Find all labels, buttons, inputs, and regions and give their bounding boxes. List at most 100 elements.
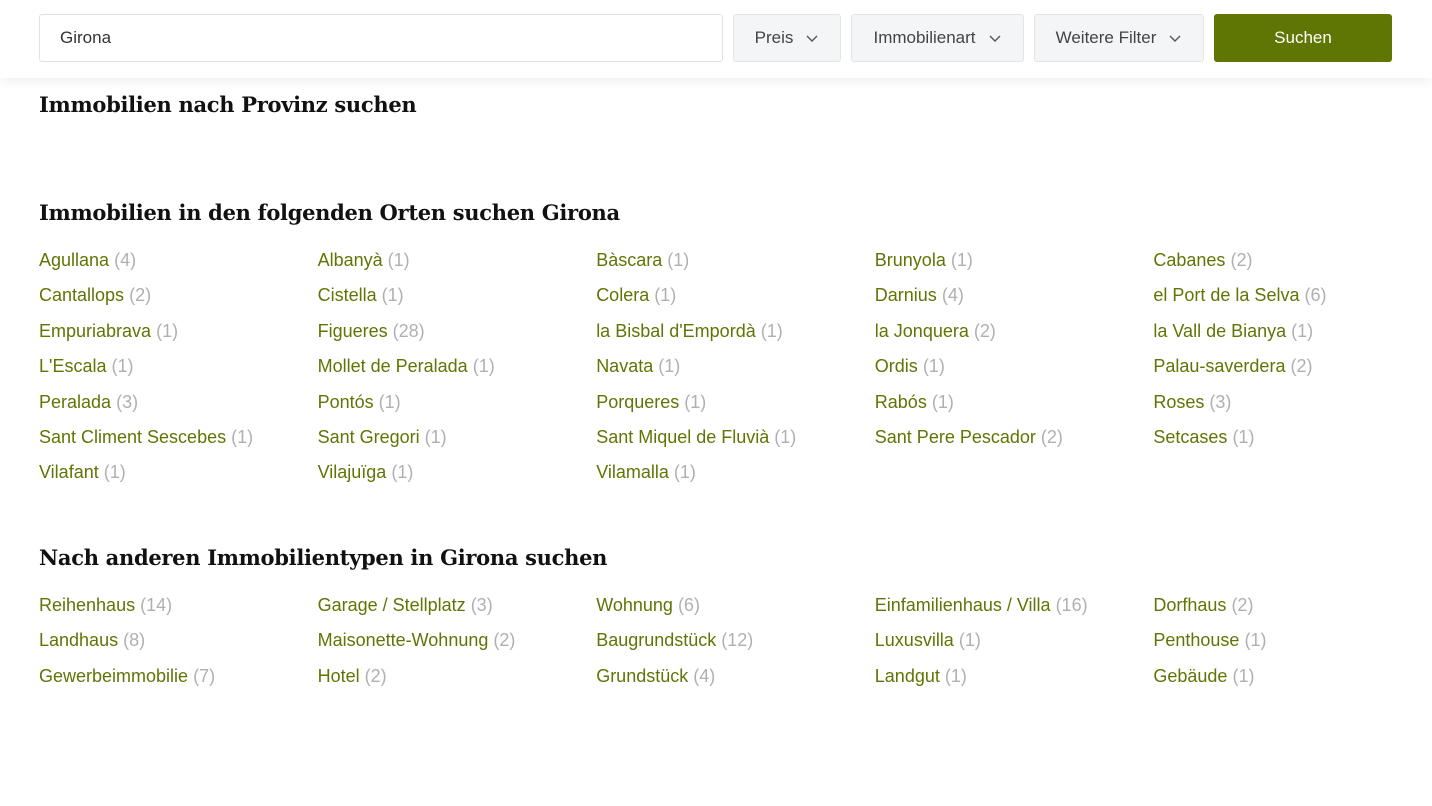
typ-link[interactable]: Dorfhaus <box>1153 595 1226 615</box>
typ-list-item: Penthouse (1) <box>1153 627 1432 662</box>
ort-list-item: Cistella (1) <box>318 282 597 317</box>
more-filters-dropdown[interactable]: Weitere Filter <box>1034 14 1204 62</box>
ort-link[interactable]: Cistella <box>318 285 377 305</box>
ort-count: (3) <box>116 391 139 412</box>
ort-count: (1) <box>472 356 495 377</box>
ort-list-item: Peralada (3) <box>39 389 318 424</box>
ort-link[interactable]: Cantallops <box>39 285 124 305</box>
typen-link-grid: Reihenhaus (14) Garage / Stellplatz (3) Wo… <box>39 592 1432 698</box>
ort-link[interactable]: Figueres <box>318 321 388 341</box>
typ-list-item: Gewerbeimmobilie (7) <box>39 663 318 698</box>
ort-link[interactable]: Peralada <box>39 392 111 412</box>
ort-link[interactable]: el Port de la Selva <box>1153 285 1299 305</box>
ort-link[interactable]: Pontós <box>318 392 374 412</box>
ort-list-item: L'Escala (1) <box>39 353 318 388</box>
typ-link[interactable]: Baugrundstück <box>596 630 716 650</box>
typ-list-item: Luxusvilla (1) <box>875 627 1154 662</box>
ort-link[interactable]: Bàscara <box>596 250 662 270</box>
typ-link[interactable]: Reihenhaus <box>39 595 135 615</box>
typ-link[interactable]: Garage / Stellplatz <box>318 595 466 615</box>
ort-link[interactable]: Navata <box>596 356 653 376</box>
typ-link[interactable]: Gewerbeimmobilie <box>39 666 188 686</box>
ort-link[interactable]: Roses <box>1153 392 1204 412</box>
typ-count: (2) <box>493 630 516 651</box>
ort-link[interactable]: L'Escala <box>39 356 106 376</box>
ort-link[interactable]: Sant Miquel de Fluvià <box>596 427 769 447</box>
typ-count: (1) <box>1232 665 1255 686</box>
search-button[interactable]: Suchen <box>1214 14 1392 62</box>
ort-list-item: Darnius (4) <box>875 282 1154 317</box>
ort-list-item: Setcases (1) <box>1153 424 1432 459</box>
ort-link[interactable]: la Vall de Bianya <box>1153 321 1286 341</box>
ort-link[interactable]: Agullana <box>39 250 109 270</box>
typ-list-item: Einfamilienhaus / Villa (16) <box>875 592 1154 627</box>
typ-link[interactable]: Maisonette-Wohnung <box>318 630 489 650</box>
typ-count: (6) <box>677 595 700 615</box>
typ-link[interactable]: Penthouse <box>1153 630 1239 650</box>
ort-link[interactable]: Rabós <box>875 392 927 412</box>
ort-list-item: Cantallops (2) <box>39 282 318 317</box>
ort-link[interactable]: Empuriabrava <box>39 321 151 341</box>
ort-count: (1) <box>156 320 179 341</box>
typ-count: (7) <box>193 665 216 686</box>
typ-count: (16) <box>1055 595 1088 615</box>
ort-count: (2) <box>973 320 996 341</box>
typ-link[interactable]: Wohnung <box>596 595 673 615</box>
ort-link[interactable]: Vilamalla <box>596 462 669 482</box>
ort-link[interactable]: Colera <box>596 285 649 305</box>
ort-list-item: Agullana (4) <box>39 247 318 282</box>
ort-link[interactable]: Sant Pere Pescador <box>875 427 1036 447</box>
ort-link[interactable]: Mollet de Peralada <box>318 356 468 376</box>
typ-list-item: Maisonette-Wohnung (2) <box>318 627 597 662</box>
ort-count: (1) <box>1291 320 1314 341</box>
ort-list-item: Vilajuïga (1) <box>318 459 597 494</box>
ort-count: (1) <box>231 426 254 447</box>
ort-link[interactable]: la Jonquera <box>875 321 969 341</box>
typ-link[interactable]: Gebäude <box>1153 666 1227 686</box>
ort-count: (4) <box>941 285 964 306</box>
ort-list-item: Sant Pere Pescador (2) <box>875 424 1154 459</box>
location-search-input[interactable] <box>39 14 723 62</box>
ort-list-item: Roses (3) <box>1153 389 1432 424</box>
ort-list-item: Vilafant (1) <box>39 459 318 494</box>
ort-list-item: Cabanes (2) <box>1153 247 1432 282</box>
typ-count: (2) <box>1231 595 1254 615</box>
ort-link[interactable]: Setcases <box>1153 427 1227 447</box>
typ-link[interactable]: Landhaus <box>39 630 118 650</box>
ort-link[interactable]: Sant Gregori <box>318 427 420 447</box>
ort-count: (1) <box>381 285 404 306</box>
ort-list-item: Navata (1) <box>596 353 875 388</box>
ort-link[interactable]: Sant Climent Sescebes <box>39 427 226 447</box>
typ-count: (8) <box>123 630 146 651</box>
ort-link[interactable]: Palau-saverdera <box>1153 356 1285 376</box>
price-filter-dropdown[interactable]: Preis <box>733 14 841 62</box>
typ-link[interactable]: Landgut <box>875 666 940 686</box>
chevron-down-icon <box>989 35 1001 42</box>
typ-link[interactable]: Grundstück <box>596 666 688 686</box>
typ-link[interactable]: Luxusvilla <box>875 630 954 650</box>
ort-count: (1) <box>774 426 797 447</box>
typ-list-item: Wohnung (6) <box>596 592 875 627</box>
ort-link[interactable]: Cabanes <box>1153 250 1225 270</box>
ort-link[interactable]: Vilajuïga <box>318 462 387 482</box>
orte-link-grid: Agullana (4) Albanyà (1) Bàscara (1) Brunyo… <box>39 247 1432 495</box>
ort-list-item: Pontós (1) <box>318 389 597 424</box>
ort-count: (3) <box>1209 391 1232 412</box>
ort-link[interactable]: Ordis <box>875 356 918 376</box>
ort-link[interactable]: Porqueres <box>596 392 679 412</box>
ort-link[interactable]: Brunyola <box>875 250 946 270</box>
ort-link[interactable]: Darnius <box>875 285 937 305</box>
ort-count: (1) <box>684 391 707 412</box>
ort-list-item: el Port de la Selva (6) <box>1153 282 1432 317</box>
ort-link[interactable]: la Bisbal d'Empordà <box>596 321 756 341</box>
ort-link[interactable]: Vilafant <box>39 462 99 482</box>
typ-link[interactable]: Hotel <box>318 666 360 686</box>
typen-heading: Nach anderen Immobilientypen in Girona s… <box>39 545 608 570</box>
typ-link[interactable]: Einfamilienhaus / Villa <box>875 595 1051 615</box>
ort-count: (1) <box>391 462 414 483</box>
property-type-dropdown[interactable]: Immobilienart <box>851 14 1024 62</box>
ort-list-item: Sant Miquel de Fluvià (1) <box>596 424 875 459</box>
ort-list-item: la Jonquera (2) <box>875 318 1154 353</box>
ort-link[interactable]: Albanyà <box>318 250 383 270</box>
ort-count: (1) <box>658 356 681 377</box>
